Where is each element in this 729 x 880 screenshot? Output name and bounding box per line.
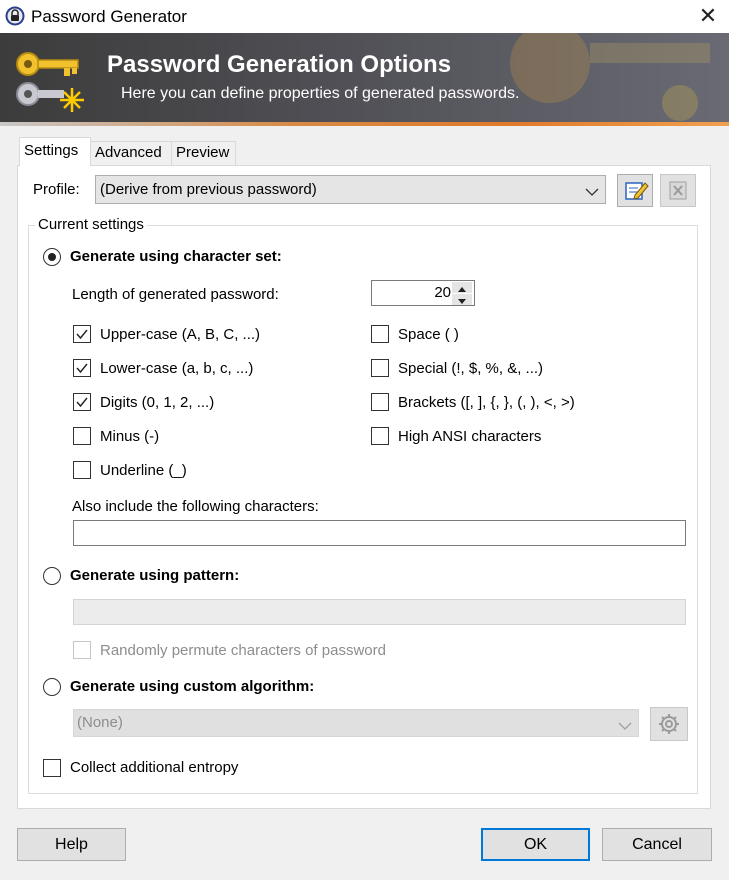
- high-ansi-checkbox[interactable]: [371, 427, 389, 445]
- minus-label[interactable]: Minus (-): [100, 428, 159, 445]
- lowercase-checkbox[interactable]: [73, 359, 91, 377]
- ok-button[interactable]: OK: [481, 828, 590, 861]
- spin-up-button[interactable]: [452, 282, 472, 293]
- banner-subtitle: Here you can define properties of genera…: [121, 85, 520, 102]
- charset-radio-label[interactable]: Generate using character set:: [70, 248, 282, 265]
- chevron-down-icon: [618, 718, 632, 730]
- tab-settings[interactable]: Settings: [19, 137, 91, 166]
- underline-label[interactable]: Underline (_): [100, 462, 187, 479]
- length-value[interactable]: 20: [371, 284, 451, 301]
- spin-down-button[interactable]: [452, 294, 472, 305]
- space-label[interactable]: Space ( ): [398, 326, 459, 343]
- algorithm-selected-value: (None): [77, 714, 123, 731]
- uppercase-label[interactable]: Upper-case (A, B, C, ...): [100, 326, 260, 343]
- app-lock-icon: [5, 6, 25, 26]
- uppercase-checkbox[interactable]: [73, 325, 91, 343]
- digits-label[interactable]: Digits (0, 1, 2, ...): [100, 394, 214, 411]
- permute-checkbox[interactable]: [73, 641, 91, 659]
- cancel-button[interactable]: Cancel: [602, 828, 712, 861]
- also-include-input[interactable]: [73, 520, 686, 546]
- window-title: Password Generator: [31, 7, 187, 26]
- entropy-checkbox[interactable]: [43, 759, 61, 777]
- save-profile-button[interactable]: [617, 174, 653, 207]
- special-checkbox[interactable]: [371, 359, 389, 377]
- entropy-label[interactable]: Collect additional entropy: [70, 759, 238, 776]
- brackets-checkbox[interactable]: [371, 393, 389, 411]
- also-include-label: Also include the following characters:: [72, 498, 319, 515]
- algorithm-settings-button[interactable]: [650, 707, 688, 741]
- custom-algorithm-radio-label[interactable]: Generate using custom algorithm:: [70, 678, 314, 695]
- algorithm-dropdown[interactable]: [73, 709, 639, 737]
- pattern-input[interactable]: [73, 599, 686, 625]
- help-button[interactable]: Help: [17, 828, 126, 861]
- length-label: Length of generated password:: [72, 286, 279, 303]
- lowercase-label[interactable]: Lower-case (a, b, c, ...): [100, 360, 253, 377]
- special-label[interactable]: Special (!, $, %, &, ...): [398, 360, 543, 377]
- gear-icon: [659, 714, 679, 734]
- tab-advanced[interactable]: Advanced: [90, 141, 172, 165]
- digits-checkbox[interactable]: [73, 393, 91, 411]
- group-title: Current settings: [35, 216, 147, 233]
- delete-profile-button[interactable]: [660, 174, 696, 207]
- custom-algorithm-radio[interactable]: [43, 678, 61, 696]
- minus-checkbox[interactable]: [73, 427, 91, 445]
- profile-selected-value: (Derive from previous password): [100, 181, 317, 198]
- edit-icon: [625, 182, 649, 200]
- tab-preview[interactable]: Preview: [171, 141, 236, 165]
- banner-accent-stripe: [0, 122, 729, 126]
- close-icon[interactable]: ✕: [697, 4, 719, 28]
- pattern-radio[interactable]: [43, 567, 61, 585]
- high-ansi-label[interactable]: High ANSI characters: [398, 428, 541, 445]
- charset-radio[interactable]: [43, 248, 61, 266]
- banner-title: Password Generation Options: [107, 51, 452, 78]
- permute-label: Randomly permute characters of password: [100, 642, 386, 659]
- delete-icon: [669, 181, 687, 200]
- pattern-radio-label[interactable]: Generate using pattern:: [70, 567, 239, 584]
- profile-label: Profile:: [33, 181, 80, 198]
- brackets-label[interactable]: Brackets ([, ], {, }, (, ), <, >): [398, 394, 575, 411]
- space-checkbox[interactable]: [371, 325, 389, 343]
- keys-icon: [14, 50, 86, 116]
- underline-checkbox[interactable]: [73, 461, 91, 479]
- banner-decoration: [440, 23, 729, 122]
- chevron-down-icon: [585, 184, 599, 196]
